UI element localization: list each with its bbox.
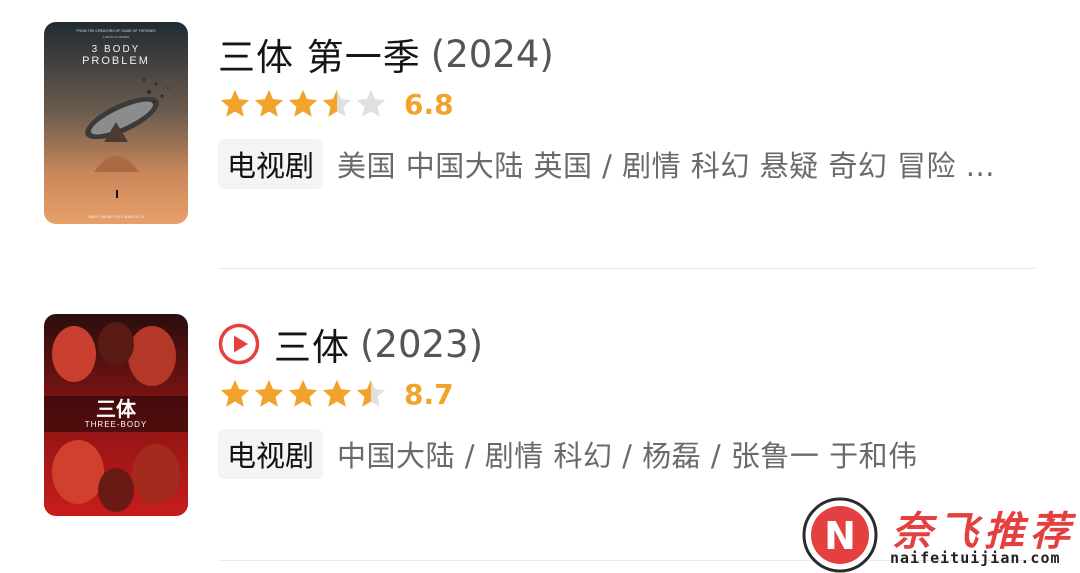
star-full-icon <box>322 379 352 407</box>
star-rating <box>218 377 388 411</box>
watermark-domain: naifeituijian.com <box>890 549 1061 567</box>
star-rating <box>218 87 388 121</box>
show-year: (2023) <box>360 322 484 366</box>
star-full-icon <box>254 379 284 407</box>
meta-info: 美国 中国大陆 英国 / 剧情 科幻 悬疑 奇幻 冒险 ... <box>337 149 995 183</box>
star-full-icon <box>288 379 318 407</box>
poster-title-line1: 3 BODY <box>92 44 141 55</box>
result-item[interactable]: FROM THE CREATORS OF GAME OF THRONES A N… <box>0 0 1080 270</box>
star-full-icon <box>220 379 250 407</box>
rating-score: 8.7 <box>404 377 454 411</box>
poster-title-en: THREE-BODY <box>85 420 147 429</box>
star-half-icon <box>322 89 352 117</box>
meta-row: 电视剧 中国大陆 / 剧情 科幻 / 杨磊 / 张鲁一 于和伟 <box>218 429 918 479</box>
rating-score: 6.8 <box>404 87 454 121</box>
poster-image[interactable]: 三体 THREE-BODY <box>44 314 188 516</box>
rating-row: 6.8 <box>218 84 454 124</box>
title-row[interactable]: 三体 第一季 (2024) <box>218 24 554 84</box>
play-circle-icon[interactable] <box>218 323 260 365</box>
n-logo-icon: N <box>802 497 878 573</box>
star-empty-icon <box>356 89 386 117</box>
poster-footer: ONLY ON NETFLIX MARCH 21 <box>88 214 145 219</box>
meta-info: 中国大陆 / 剧情 科幻 / 杨磊 / 张鲁一 于和伟 <box>337 439 918 473</box>
type-badge: 电视剧 <box>218 429 324 479</box>
rating-row: 8.7 <box>218 374 454 414</box>
poster-art: FROM THE CREATORS OF GAME OF THRONES A N… <box>44 22 188 224</box>
star-full-icon <box>288 89 318 117</box>
star-half-icon <box>356 379 386 407</box>
title-row[interactable]: 三体 (2023) <box>218 314 483 374</box>
divider <box>218 268 1036 269</box>
meta-row: 电视剧 美国 中国大陆 英国 / 剧情 科幻 悬疑 奇幻 冒险 ... <box>218 139 995 189</box>
star-full-icon <box>254 89 284 117</box>
poster-title-line2: PROBLEM <box>82 55 150 67</box>
poster-subline: A NETFLIX SERIES <box>103 35 130 39</box>
poster-tagline: FROM THE CREATORS OF GAME OF THRONES <box>76 29 156 33</box>
poster-art: 三体 THREE-BODY <box>44 314 188 516</box>
poster-image[interactable]: FROM THE CREATORS OF GAME OF THRONES A N… <box>44 22 188 224</box>
poster-title-cn: 三体 <box>96 397 137 421</box>
star-full-icon <box>220 89 250 117</box>
show-year: (2024) <box>430 32 554 76</box>
logo-letter: N <box>824 514 856 558</box>
type-badge: 电视剧 <box>218 139 324 189</box>
show-title[interactable]: 三体 第一季 <box>218 27 421 81</box>
show-title[interactable]: 三体 <box>274 317 350 371</box>
watermark: N 奈飞推荐 naifeituijian.com <box>802 497 1080 573</box>
